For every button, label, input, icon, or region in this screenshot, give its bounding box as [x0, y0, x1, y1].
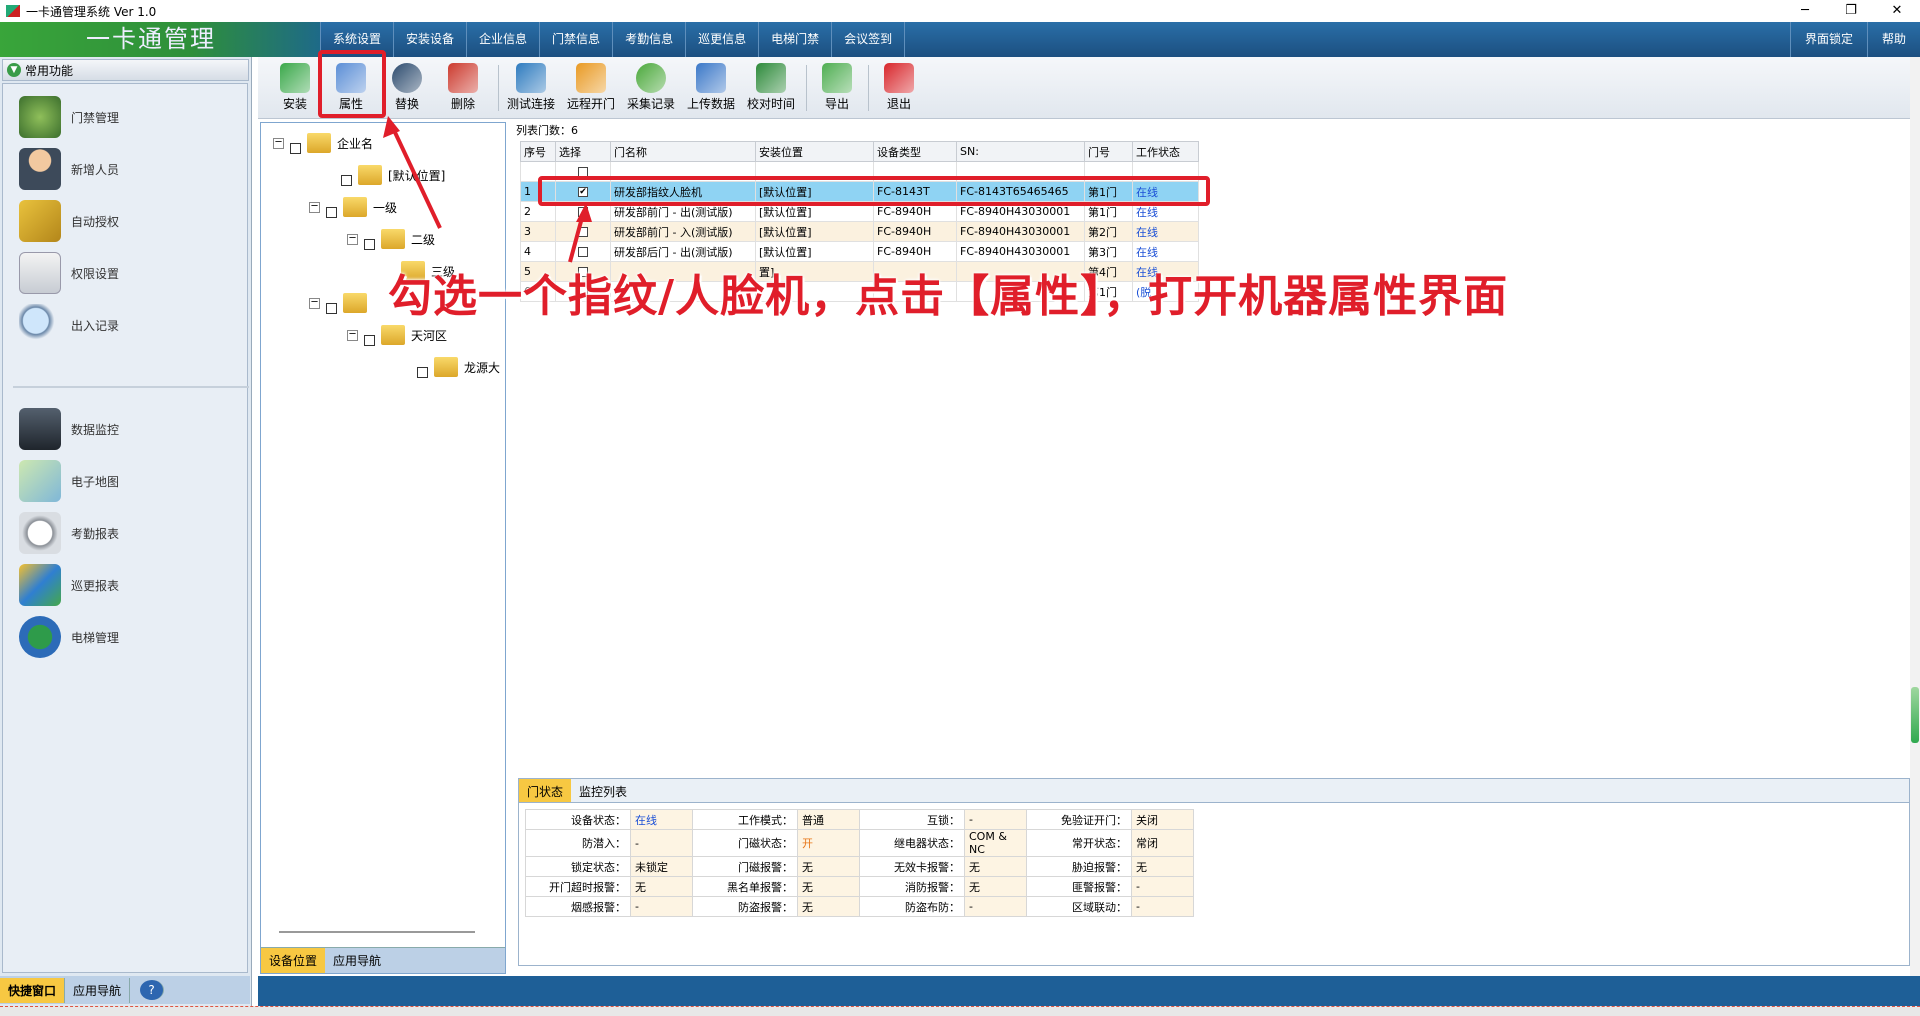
arrow-to-properties [390, 125, 442, 229]
annotation-arrows [383, 116, 592, 263]
arrowhead [576, 203, 592, 222]
instruction-callout: 勾选一个指纹/人脸机，点击【属性】，打开机器属性界面 [388, 271, 1509, 322]
